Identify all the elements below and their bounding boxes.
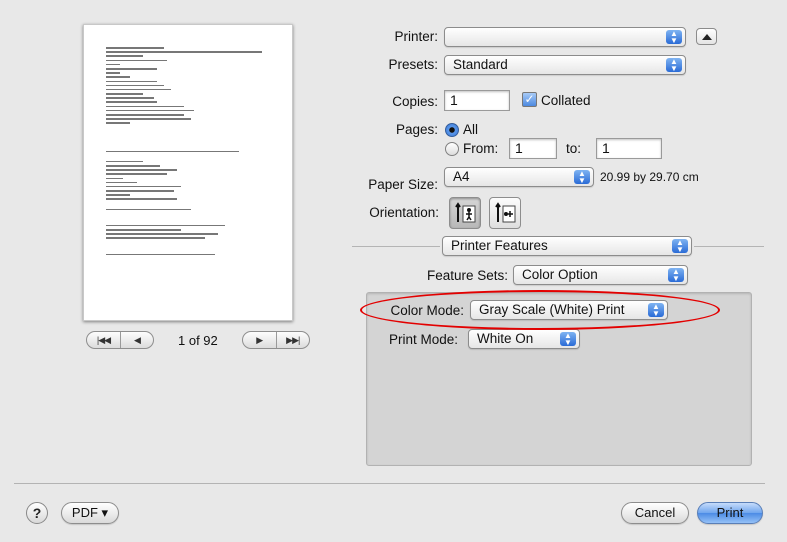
print-mode-label: Print Mode: [388,332,458,347]
landscape-person-icon [495,202,516,223]
paper-size-value: A4 [453,169,470,184]
portrait-person-icon [455,202,476,223]
copies-label: Copies: [392,94,438,109]
footer-separator [14,483,765,484]
printer-label: Printer: [394,29,438,44]
feature-sets-value: Color Option [522,267,598,282]
pages-to-field[interactable]: 1 [596,138,662,159]
pages-from-label: From: [463,141,499,156]
pages-from-radio[interactable] [445,142,459,156]
popup-arrows-icon: ▲ ▼ [672,239,688,254]
collated-checkbox[interactable]: ✓ [522,92,537,107]
section-separator-left [352,246,440,247]
popup-arrows-icon: ▲ ▼ [560,332,576,347]
pages-from-field[interactable]: 1 [509,138,557,159]
orientation-portrait-button[interactable] [449,197,481,229]
pdf-menu-button[interactable]: PDF ▾ [61,502,119,524]
print-mode-value: White On [477,331,534,346]
popup-arrows-icon: ▲ ▼ [574,170,590,185]
color-mode-value: Gray Scale (White) Print [479,302,625,317]
pages-all-label: All [463,122,479,137]
preview-text-lines [106,47,276,258]
presets-value: Standard [453,57,508,72]
paper-size-popup[interactable]: A4 ▲ ▼ [444,167,594,187]
triangle-up-icon [701,33,712,40]
print-preview-page [83,24,293,321]
popup-arrows-icon: ▲ ▼ [666,58,682,73]
feature-sets-popup[interactable]: Color Option ▲ ▼ [513,265,688,285]
collated-label: Collated [541,93,591,108]
section-popup[interactable]: Printer Features ▲ ▼ [442,236,692,256]
print-button[interactable]: Print [697,502,763,524]
help-button[interactable]: ? [26,502,48,524]
color-mode-label: Color Mode: [390,303,464,318]
popup-arrows-icon: ▲ ▼ [668,268,684,283]
cancel-button[interactable]: Cancel [621,502,689,524]
last-page-button[interactable]: ▶▶| [275,332,309,348]
section-separator-right [694,246,764,247]
preview-pager: |◀◀ ◀ 1 of 92 ▶ ▶▶| [86,331,310,349]
print-mode-popup[interactable]: White On ▲ ▼ [468,329,580,349]
previous-page-button[interactable]: ◀ [120,332,153,348]
orientation-label: Orientation: [369,205,439,220]
feature-sets-label: Feature Sets: [426,268,508,283]
section-popup-value: Printer Features [451,238,548,253]
pages-label: Pages: [395,122,438,137]
printer-popup[interactable]: ▲ ▼ [444,27,686,47]
next-page-button[interactable]: ▶ [243,332,276,348]
popup-arrows-icon: ▲ ▼ [648,303,664,318]
color-mode-popup[interactable]: Gray Scale (White) Print ▲ ▼ [470,300,668,320]
disclosure-button[interactable] [696,28,717,45]
presets-label: Presets: [388,57,438,72]
popup-arrows-icon: ▲ ▼ [666,30,682,45]
first-page-button[interactable]: |◀◀ [87,332,120,348]
copies-field[interactable]: 1 [444,90,510,111]
paper-size-label: Paper Size: [368,177,438,192]
paper-dimensions: 20.99 by 29.70 cm [600,170,699,184]
pager-forward-group: ▶ ▶▶| [241,331,310,349]
orientation-landscape-button[interactable] [489,197,521,229]
page-indicator: 1 of 92 [178,332,218,348]
pager-back-group: |◀◀ ◀ [86,331,154,349]
pages-to-label: to: [566,141,582,156]
pages-all-radio[interactable] [445,123,459,137]
presets-popup[interactable]: Standard ▲ ▼ [444,55,686,75]
